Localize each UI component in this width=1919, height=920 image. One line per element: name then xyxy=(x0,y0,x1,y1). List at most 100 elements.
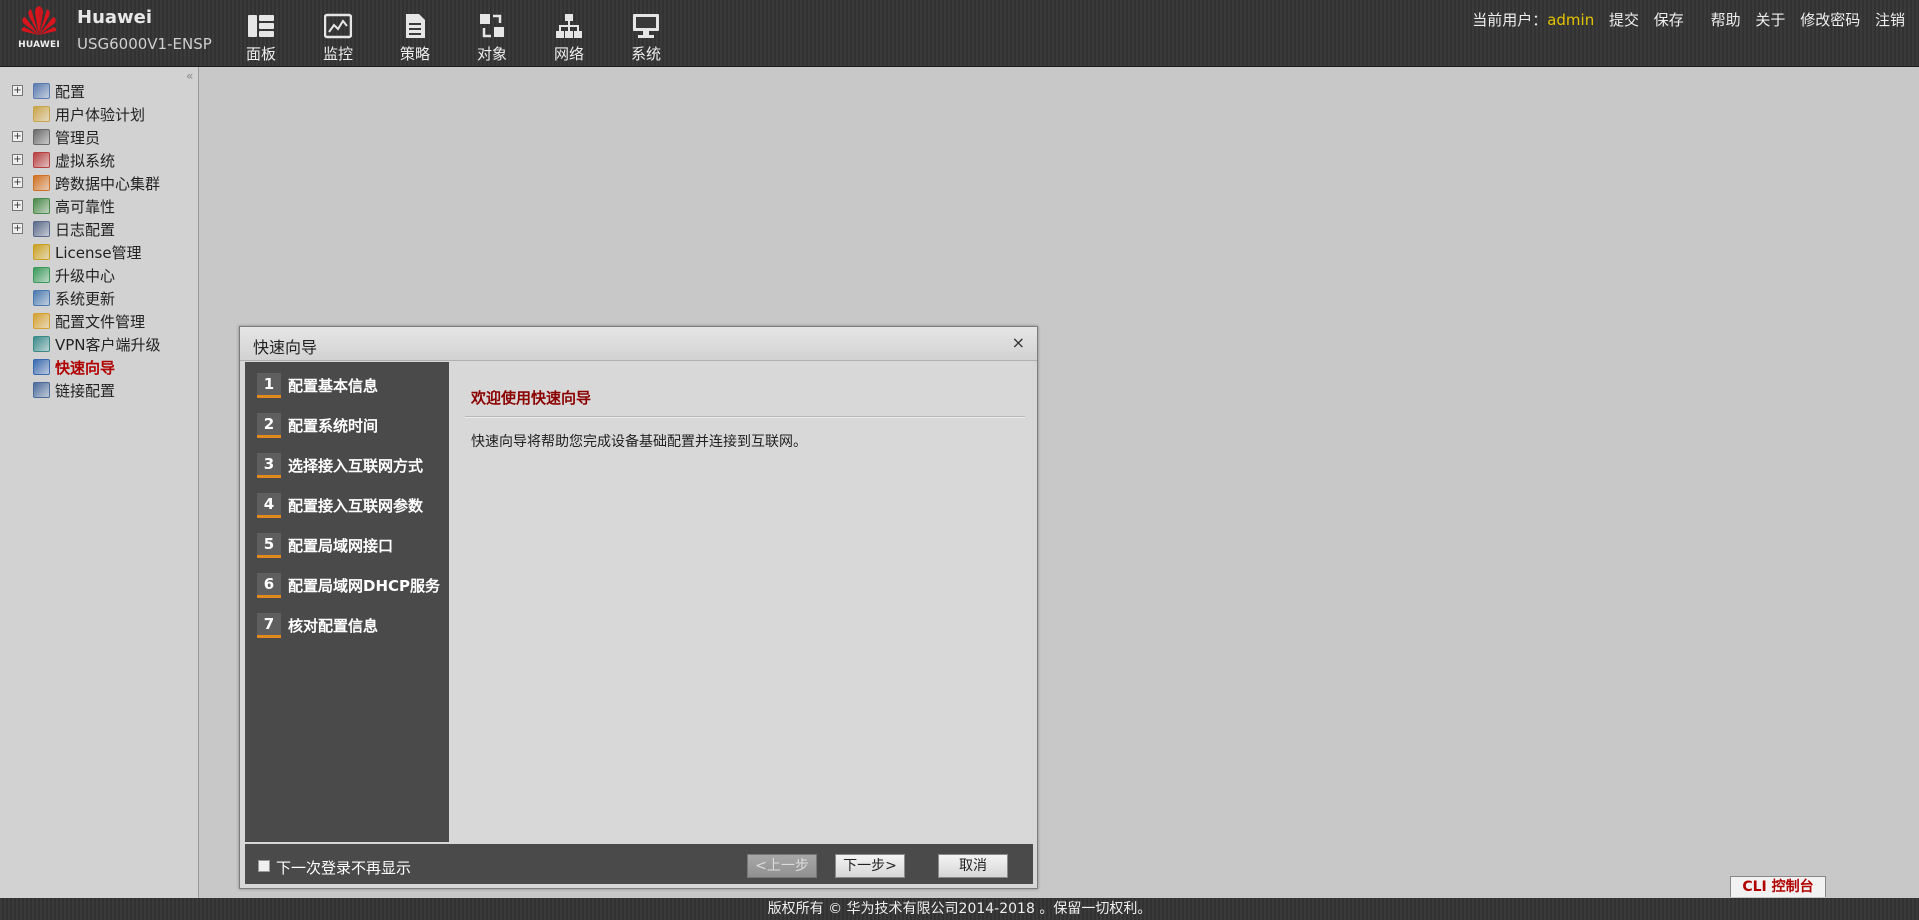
step-label: 配置系统时间 xyxy=(288,417,379,435)
sidebar-item[interactable]: 系统更新 xyxy=(0,286,198,308)
sidebar-item[interactable]: 升级中心 xyxy=(0,263,198,285)
reliability-icon xyxy=(33,198,50,214)
dont-show-again-checkbox[interactable]: 下一次登录不再显示 xyxy=(258,857,411,878)
nav-label: 对象 xyxy=(476,45,507,63)
expand-icon[interactable]: + xyxy=(12,85,23,96)
policy-icon xyxy=(406,14,425,38)
sidebar-item-label: License管理 xyxy=(55,244,142,262)
close-icon[interactable]: × xyxy=(1012,333,1025,352)
sidebar: « + 配置 用户体验计划 + 管理员 + 虚拟系统 + 跨数据中心集群 + 高可靠性 + 日志配置 Li… xyxy=(0,67,199,898)
sidebar-item-label: 配置 xyxy=(55,83,86,101)
huawei-logo: HUAWEI xyxy=(14,5,64,53)
wizard-step[interactable]: 6 配置局域网DHCP服务 xyxy=(257,570,447,602)
welcome-heading: 欢迎使用快速向导 xyxy=(471,389,592,407)
sidebar-item[interactable]: + 高可靠性 xyxy=(0,194,198,216)
nav-policy[interactable]: 策略 xyxy=(385,13,445,64)
nav-dashboard[interactable]: 面板 xyxy=(231,13,291,64)
nav-label: 策略 xyxy=(399,45,430,63)
divider xyxy=(465,416,1025,418)
expand-icon[interactable]: + xyxy=(12,223,23,234)
dialog-header: 快速向导 × xyxy=(240,327,1037,361)
sidebar-item-label: 日志配置 xyxy=(55,221,116,239)
cli-console-button[interactable]: CLI 控制台 xyxy=(1730,876,1826,897)
current-username: admin xyxy=(1547,11,1595,29)
wizard-step[interactable]: 4 配置接入互联网参数 xyxy=(257,490,447,522)
expand-icon[interactable]: + xyxy=(12,131,23,142)
virtual-system-icon xyxy=(33,152,50,168)
license-icon xyxy=(33,244,50,260)
nav-system[interactable]: 系统 xyxy=(616,13,676,64)
nav-label: 网络 xyxy=(553,45,584,63)
current-user-label: 当前用户： xyxy=(1472,11,1548,29)
config-icon xyxy=(33,83,50,99)
submit-link[interactable]: 提交 xyxy=(1609,11,1639,29)
step-label: 核对配置信息 xyxy=(288,617,379,635)
expand-icon[interactable]: + xyxy=(12,154,23,165)
expand-icon[interactable]: + xyxy=(12,200,23,211)
step-number: 5 xyxy=(257,533,281,558)
cluster-icon xyxy=(33,175,50,191)
upgrade-icon xyxy=(33,267,50,283)
user-bar: 当前用户：admin 提交 保存 帮助 关于 修改密码 注销 xyxy=(1462,9,1905,30)
monitor-icon xyxy=(324,13,352,39)
wizard-step[interactable]: 3 选择接入互联网方式 xyxy=(257,450,447,482)
nav-object[interactable]: 对象 xyxy=(462,13,522,64)
sidebar-item-label: 虚拟系统 xyxy=(55,152,116,170)
step-label: 配置局域网接口 xyxy=(288,537,394,555)
sidebar-item[interactable]: License管理 xyxy=(0,240,198,262)
system-icon xyxy=(633,14,659,38)
step-number: 6 xyxy=(257,573,281,598)
save-link[interactable]: 保存 xyxy=(1654,11,1684,29)
link-config-icon xyxy=(33,382,50,398)
nav-network[interactable]: 网络 xyxy=(539,13,599,64)
step-label: 配置局域网DHCP服务 xyxy=(288,577,441,595)
huawei-flower-icon xyxy=(21,6,57,35)
sidebar-item[interactable]: + 日志配置 xyxy=(0,217,198,239)
config-file-icon xyxy=(33,313,50,329)
step-label: 配置接入互联网参数 xyxy=(288,497,424,515)
step-number: 7 xyxy=(257,613,281,638)
step-number: 3 xyxy=(257,453,281,478)
sidebar-item[interactable]: + 管理员 xyxy=(0,125,198,147)
sidebar-item[interactable]: VPN客户端升级 xyxy=(0,332,198,354)
network-icon xyxy=(556,14,582,38)
dialog-footer: 下一次登录不再显示 <上一步 下一步> 取消 xyxy=(245,844,1033,884)
sidebar-item[interactable]: + 虚拟系统 xyxy=(0,148,198,170)
wizard-description: 快速向导将帮助您完成设备基础配置并连接到互联网。 xyxy=(471,434,807,450)
sidebar-item[interactable]: + 配置 xyxy=(0,79,198,101)
sidebar-item[interactable]: 用户体验计划 xyxy=(0,102,198,124)
nav-label: 监控 xyxy=(322,45,353,63)
sidebar-item[interactable]: + 跨数据中心集群 xyxy=(0,171,198,193)
sidebar-item-label: 链接配置 xyxy=(55,382,116,400)
user-experience-icon xyxy=(33,106,50,122)
dialog-title: 快速向导 xyxy=(253,338,318,357)
expand-icon[interactable]: + xyxy=(12,177,23,188)
copyright-footer: 版权所有 © 华为技术有限公司2014-2018 。保留一切权利。 xyxy=(0,898,1919,920)
help-link[interactable]: 帮助 xyxy=(1711,11,1741,29)
quick-wizard-icon xyxy=(33,359,50,375)
log-config-icon xyxy=(33,221,50,237)
logout-link[interactable]: 注销 xyxy=(1875,11,1905,29)
wizard-content: 欢迎使用快速向导 快速向导将帮助您完成设备基础配置并连接到互联网。 xyxy=(449,362,1032,842)
sidebar-item[interactable]: 链接配置 xyxy=(0,378,198,400)
sidebar-item-label: 快速向导 xyxy=(55,359,116,377)
wizard-step[interactable]: 5 配置局域网接口 xyxy=(257,530,447,562)
dashboard-icon xyxy=(248,15,274,37)
nav-monitor[interactable]: 监控 xyxy=(308,13,368,64)
nav-label: 系统 xyxy=(630,45,661,63)
checkbox-box[interactable] xyxy=(258,860,270,872)
sidebar-item-label: 配置文件管理 xyxy=(55,313,146,331)
cancel-button[interactable]: 取消 xyxy=(938,854,1008,878)
wizard-step[interactable]: 7 核对配置信息 xyxy=(257,610,447,642)
sidebar-item-label: VPN客户端升级 xyxy=(55,336,161,354)
wizard-step[interactable]: 1 配置基本信息 xyxy=(257,370,447,402)
prev-step-button[interactable]: <上一步 xyxy=(747,854,817,878)
wizard-step[interactable]: 2 配置系统时间 xyxy=(257,410,447,442)
sidebar-item[interactable]: 配置文件管理 xyxy=(0,309,198,331)
next-step-button[interactable]: 下一步> xyxy=(835,854,905,878)
sidebar-item[interactable]: 快速向导 xyxy=(0,355,198,377)
object-icon xyxy=(480,14,504,38)
about-link[interactable]: 关于 xyxy=(1755,11,1785,29)
system-update-icon xyxy=(33,290,50,306)
change-password-link[interactable]: 修改密码 xyxy=(1800,11,1860,29)
